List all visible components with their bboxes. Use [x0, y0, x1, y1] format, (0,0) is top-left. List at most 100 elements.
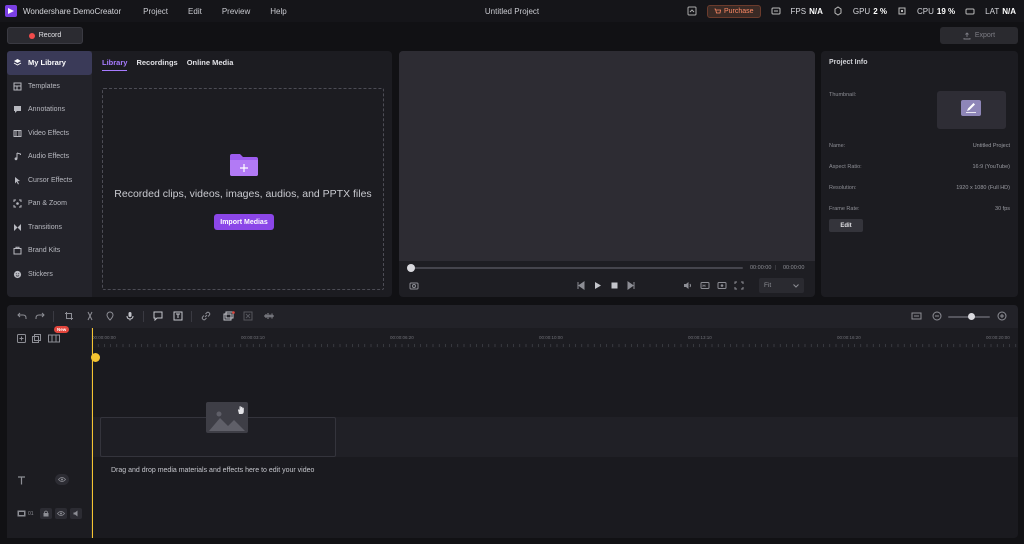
menu-edit[interactable]: Edit	[188, 7, 202, 16]
menu-help[interactable]: Help	[270, 7, 286, 16]
resolution-row: Resolution: 1920 x 1080 (Full HD)	[829, 185, 1010, 191]
undo-icon[interactable]	[17, 311, 27, 321]
add-track-icon[interactable]	[17, 334, 26, 343]
library-sidebar: My Library Templates Annotations Video E…	[7, 51, 92, 297]
sidebar-item-my-library[interactable]: My Library	[7, 51, 92, 75]
layers-icon	[13, 59, 22, 66]
screen-capture-icon[interactable]	[687, 6, 697, 16]
cpu-value: 19 %	[936, 6, 956, 16]
sidebar-item-brand-kits[interactable]: Brand Kits	[7, 239, 92, 263]
lat-value: N/A	[1002, 6, 1016, 16]
sidebar-item-pan-zoom[interactable]: Pan & Zoom	[7, 192, 92, 216]
crop-icon[interactable]	[64, 311, 74, 321]
split-icon[interactable]	[85, 311, 95, 321]
sidebar-item-label: Video Effects	[28, 129, 69, 137]
aspect-ratio-row: Aspect Ratio: 16:9 (YouTube)	[829, 164, 1010, 170]
marker-icon[interactable]	[105, 311, 115, 321]
fps-value: N/A	[809, 6, 823, 16]
audio-wave-icon[interactable]	[263, 311, 275, 321]
caption-icon[interactable]	[153, 311, 163, 321]
thumbnail-label: Thumbnail:	[829, 92, 857, 98]
democreator-logo-icon	[5, 5, 17, 17]
microphone-icon[interactable]	[125, 311, 135, 321]
tab-library[interactable]: Library	[102, 58, 128, 71]
track-mute-button[interactable]	[70, 508, 82, 519]
quality-icon[interactable]	[700, 281, 710, 290]
menu-project[interactable]: Project	[143, 7, 168, 16]
toolbar-divider	[191, 311, 192, 322]
play-icon[interactable]	[593, 281, 602, 290]
gpu-label: GPU	[852, 6, 871, 16]
import-medias-button[interactable]: Import Medias	[214, 214, 274, 230]
sticker-icon	[13, 270, 22, 278]
sidebar-item-stickers[interactable]: Stickers	[7, 263, 92, 287]
message-icon[interactable]	[771, 6, 781, 16]
export-button[interactable]: Export	[940, 27, 1018, 44]
screenshot-icon[interactable]	[717, 281, 727, 290]
previous-frame-icon[interactable]	[576, 281, 585, 290]
sidebar-item-label: Pan & Zoom	[28, 200, 67, 208]
text-box-icon[interactable]	[173, 311, 183, 321]
purchase-button[interactable]: Purchase	[706, 4, 761, 18]
playhead-handle[interactable]	[91, 353, 100, 362]
video-track-lane[interactable]	[92, 402, 1018, 457]
brand-kit-icon	[13, 246, 22, 255]
media-drop-zone[interactable]: Recorded clips, videos, images, audios, …	[102, 88, 384, 290]
zoom-in-icon[interactable]	[997, 311, 1007, 321]
timeline-ruler[interactable]: 00:00:00:00 00:00:03:10 00:00:06:20 00:0…	[92, 328, 1018, 348]
cursor-icon	[15, 176, 20, 185]
stop-icon[interactable]	[610, 281, 619, 290]
playback-progress-handle[interactable]	[407, 264, 415, 272]
sidebar-item-video-effects[interactable]: Video Effects	[7, 122, 92, 146]
sidebar-item-audio-effects[interactable]: Audio Effects	[7, 145, 92, 169]
mosaic-icon[interactable]	[243, 311, 253, 321]
aspect-ratio-label: Aspect Ratio:	[829, 164, 862, 170]
text-track-visibility-toggle[interactable]	[55, 474, 69, 485]
cpu-icon	[898, 7, 906, 15]
tab-recordings[interactable]: Recordings	[136, 58, 177, 71]
time-separator: |	[775, 265, 777, 271]
frame-rate-label: Frame Rate:	[829, 206, 860, 212]
menu-preview[interactable]: Preview	[222, 7, 250, 16]
sidebar-item-transitions[interactable]: Transitions	[7, 216, 92, 240]
frame-rate-value: 30 fps	[995, 206, 1010, 212]
project-info-edit-button[interactable]: Edit	[829, 219, 863, 232]
scene-icon[interactable]	[48, 334, 60, 343]
sidebar-item-annotations[interactable]: Annotations	[7, 98, 92, 122]
snapshot-icon[interactable]	[409, 281, 419, 290]
record-button[interactable]: Record	[7, 27, 83, 44]
resolution-label: Resolution:	[829, 185, 857, 191]
clip-drop-slot[interactable]	[100, 402, 336, 457]
fit-timeline-icon[interactable]	[911, 311, 922, 321]
cpu-stat: CPU 19 %	[917, 7, 955, 16]
ruler-label: 00:00:00:00	[92, 335, 116, 340]
fit-select[interactable]: Fit	[759, 278, 804, 293]
volume-icon[interactable]	[683, 281, 693, 290]
copy-track-icon[interactable]	[32, 334, 41, 343]
multi-clip-icon[interactable]	[223, 311, 235, 321]
track-visibility-button[interactable]	[55, 508, 67, 519]
project-info-title: Project Info	[829, 59, 868, 66]
export-icon	[963, 31, 971, 39]
track-lock-button[interactable]	[40, 508, 52, 519]
link-icon[interactable]	[201, 311, 211, 321]
zoom-out-icon[interactable]	[932, 311, 942, 321]
redo-icon[interactable]	[35, 311, 45, 321]
ruler-label: 00:00:06:20	[390, 335, 414, 340]
next-frame-icon[interactable]	[627, 281, 636, 290]
video-track-icon	[17, 510, 26, 517]
project-name-value: Untitled Project	[972, 143, 1010, 149]
sidebar-item-label: Audio Effects	[28, 153, 70, 161]
fullscreen-icon[interactable]	[734, 281, 744, 290]
timeline-zoom-handle[interactable]	[967, 313, 975, 320]
sidebar-item-templates[interactable]: Templates	[7, 75, 92, 99]
playback-progress-track[interactable]	[409, 267, 743, 269]
project-thumbnail[interactable]	[937, 91, 1006, 129]
sidebar-item-cursor-effects[interactable]: Cursor Effects	[7, 169, 92, 193]
eye-icon	[57, 511, 65, 516]
tab-online-media[interactable]: Online Media	[187, 58, 234, 71]
pan-zoom-icon	[13, 199, 22, 208]
ruler-label: 00:00:20:00	[986, 335, 1010, 340]
project-name-row: Name: Untitled Project	[829, 143, 1010, 149]
lat-stat: LAT N/A	[985, 7, 1016, 16]
